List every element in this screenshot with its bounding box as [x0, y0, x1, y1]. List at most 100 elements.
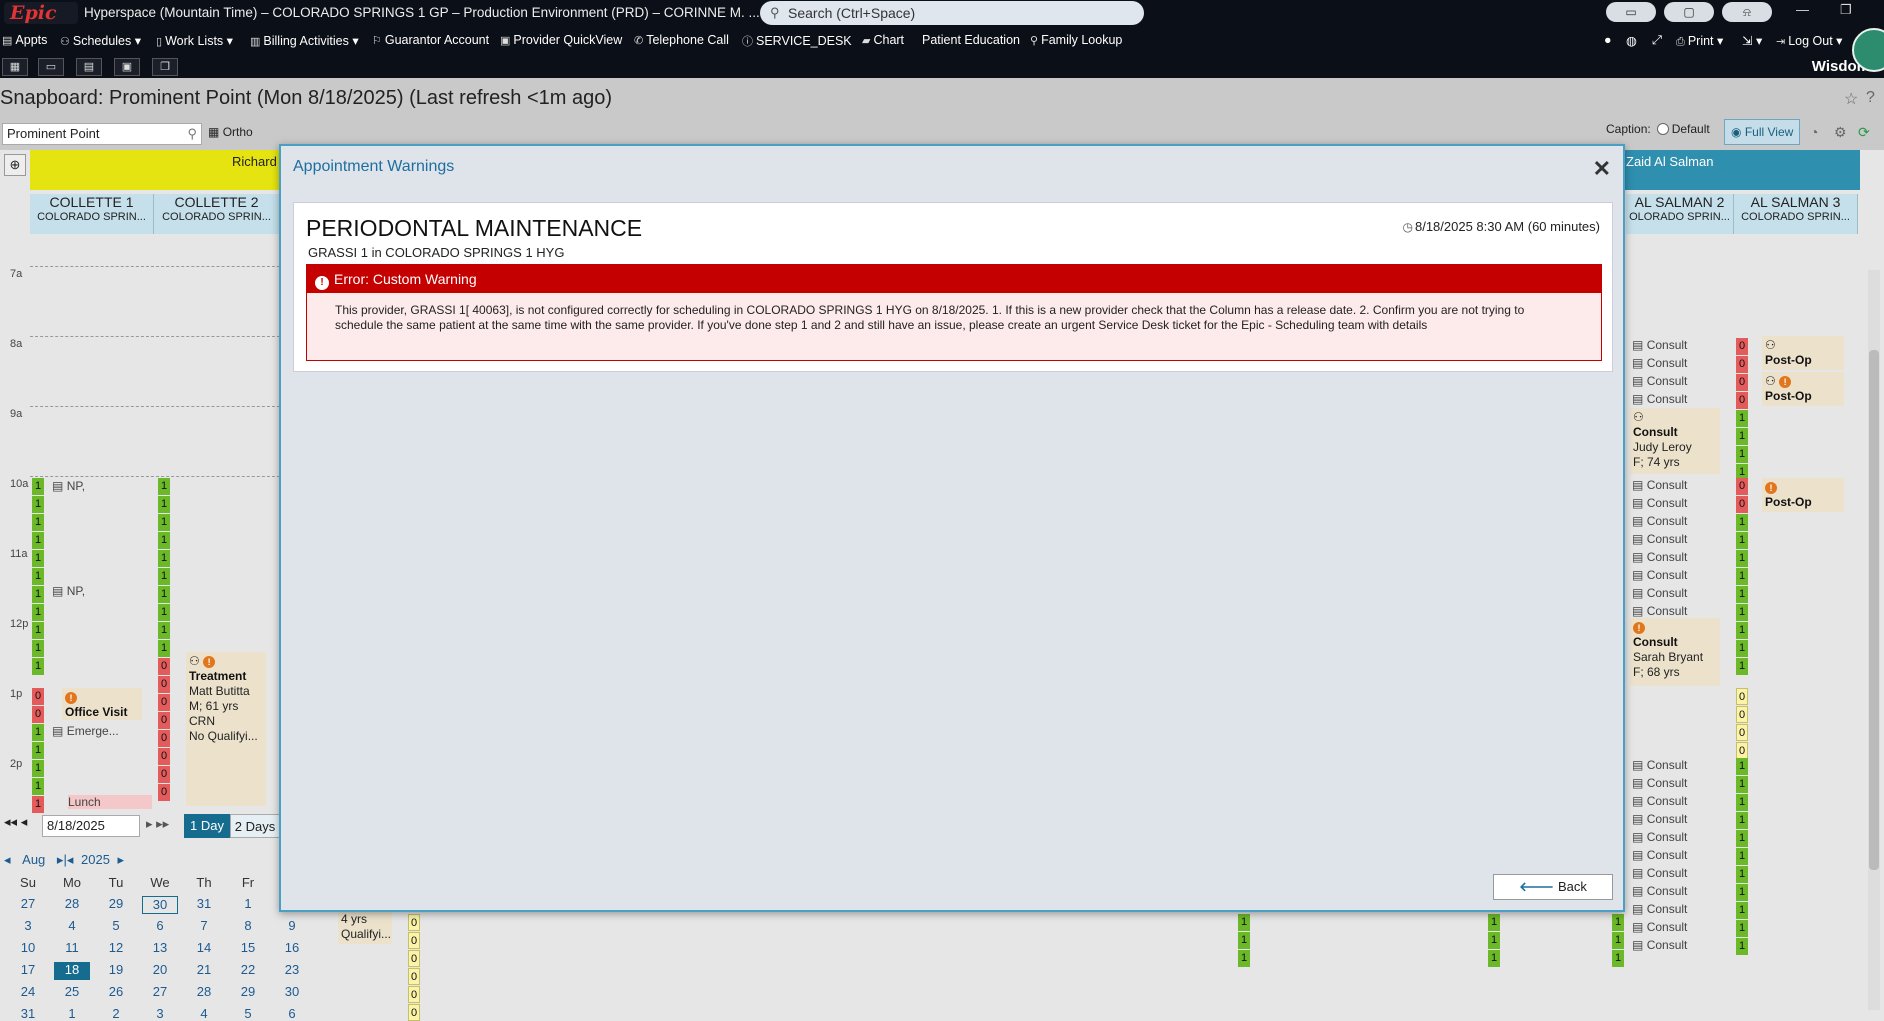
- date-nav-prev[interactable]: ◂◂ ◂: [4, 814, 27, 830]
- calendar-day[interactable]: 18: [54, 962, 90, 980]
- slot-indicator[interactable]: 0: [1736, 724, 1748, 741]
- chat-icon[interactable]: ▢: [1664, 2, 1714, 22]
- slot-indicator[interactable]: 1: [32, 478, 44, 495]
- slot-indicator[interactable]: 1: [1238, 932, 1250, 949]
- slot-indicator[interactable]: 1: [158, 640, 170, 657]
- logout-button[interactable]: ⇥ Log Out ▾: [1776, 33, 1842, 48]
- calendar-day[interactable]: 17: [10, 962, 46, 980]
- settings-icon[interactable]: ⚙: [1834, 124, 1847, 141]
- epic-logo[interactable]: Epic: [4, 2, 78, 24]
- date-nav-next[interactable]: ▸ ▸▸: [146, 816, 169, 832]
- prev-year-icon[interactable]: ◂: [67, 852, 74, 867]
- calendar-day[interactable]: 23: [274, 962, 310, 980]
- slot-indicator[interactable]: 1: [1736, 640, 1748, 657]
- slot-indicator[interactable]: 1: [1736, 568, 1748, 585]
- slot-indicator[interactable]: 1: [1736, 884, 1748, 901]
- consult-slot[interactable]: ▤ Consult: [1632, 812, 1687, 826]
- slot-indicator[interactable]: 1: [1736, 758, 1748, 775]
- column-header[interactable]: AL SALMAN 2 OLORADO SPRIN...: [1626, 194, 1734, 234]
- menu-service-desk[interactable]: ⓘ SERVICE_DESK: [742, 33, 852, 49]
- calendar-day[interactable]: 6: [142, 918, 178, 936]
- calendar-day[interactable]: 27: [142, 984, 178, 1002]
- slot-indicator[interactable]: 0: [158, 712, 170, 729]
- caption-default-radio[interactable]: [1656, 123, 1669, 135]
- calendar-day[interactable]: 5: [230, 1006, 266, 1021]
- consult-slot[interactable]: ▤ Consult: [1632, 848, 1687, 862]
- menu-telephone[interactable]: ✆ Telephone Call: [634, 33, 729, 47]
- star-icon[interactable]: ☆: [1844, 89, 1858, 109]
- slot-indicator[interactable]: 1: [1612, 932, 1624, 949]
- slot-indicator[interactable]: 1: [32, 532, 44, 549]
- slot-indicator[interactable]: 0: [1736, 706, 1748, 723]
- status-dot-icon[interactable]: ●: [1604, 33, 1612, 47]
- vertical-scrollbar[interactable]: [1868, 270, 1880, 1010]
- consult-slot[interactable]: ▤ Consult: [1632, 604, 1687, 618]
- consult-slot[interactable]: ▤ Consult: [1632, 794, 1687, 808]
- slot-indicator[interactable]: 1: [1736, 514, 1748, 531]
- calendar-day[interactable]: 13: [142, 940, 178, 958]
- slot-indicator[interactable]: 1: [1736, 776, 1748, 793]
- schedule-icon[interactable]: ▣: [114, 58, 140, 76]
- slot-indicator[interactable]: 1: [158, 622, 170, 639]
- slot-indicator[interactable]: 1: [1736, 446, 1748, 463]
- slot-indicator[interactable]: 1: [32, 778, 44, 795]
- calendar-day[interactable]: 9: [274, 918, 310, 936]
- zoom-icon[interactable]: ⊕: [4, 154, 26, 176]
- slot-indicator[interactable]: 1: [158, 532, 170, 549]
- consult-card[interactable]: ⚇ Consult Judy Leroy F; 74 yrs: [1630, 408, 1720, 474]
- slot-indicator[interactable]: 0: [1736, 374, 1748, 391]
- consult-slot[interactable]: ▤ Consult: [1632, 920, 1687, 934]
- calendar-icon[interactable]: ▤: [76, 58, 102, 76]
- slot-indicator[interactable]: 1: [1736, 550, 1748, 567]
- slot-indicator[interactable]: 1: [1238, 914, 1250, 931]
- slot-indicator[interactable]: 1: [32, 724, 44, 741]
- consult-slot[interactable]: ▤ Consult: [1632, 550, 1687, 564]
- calendar-day[interactable]: 15: [230, 940, 266, 958]
- calendar-day[interactable]: 10: [10, 940, 46, 958]
- calendar-day[interactable]: 12: [98, 940, 134, 958]
- print-button[interactable]: ⎙ Print ▾: [1676, 33, 1723, 49]
- menu-appts[interactable]: ▤ Appts: [2, 33, 47, 47]
- grid-icon[interactable]: ▦: [2, 58, 28, 76]
- slot-indicator[interactable]: 0: [32, 688, 44, 705]
- slot-indicator[interactable]: 0: [1736, 356, 1748, 373]
- restore-icon[interactable]: ❐: [1840, 2, 1852, 18]
- calendar-day[interactable]: 20: [142, 962, 178, 980]
- slot-indicator[interactable]: 0: [158, 730, 170, 747]
- globe-icon[interactable]: ◍: [1626, 33, 1637, 48]
- calendar-day[interactable]: 1: [230, 896, 266, 914]
- slot-indicator[interactable]: 1: [1736, 410, 1748, 427]
- calendar-day[interactable]: 1: [54, 1006, 90, 1021]
- full-view-button[interactable]: ◉ Full View: [1724, 119, 1800, 145]
- consult-slot[interactable]: ▤ Consult: [1632, 938, 1687, 952]
- slot-indicator[interactable]: 1: [1736, 586, 1748, 603]
- calendar-year[interactable]: 2025: [81, 852, 110, 867]
- calendar-day[interactable]: 19: [98, 962, 134, 980]
- slot-indicator[interactable]: 1: [1736, 658, 1748, 675]
- inbox-icon[interactable]: ▭: [1606, 2, 1656, 22]
- slot-indicator[interactable]: 1: [158, 496, 170, 513]
- slot-indicator[interactable]: 1: [32, 586, 44, 603]
- slot-indicator[interactable]: 0: [1736, 688, 1748, 705]
- slot-indicator[interactable]: 0: [1736, 496, 1748, 513]
- next-year-icon[interactable]: ▸: [118, 852, 125, 867]
- calendar-day[interactable]: 3: [10, 918, 46, 936]
- slot-indicator[interactable]: 1: [1736, 920, 1748, 937]
- slot-indicator[interactable]: 1: [1736, 902, 1748, 919]
- calendar-day[interactable]: 14: [186, 940, 222, 958]
- slot-indicator[interactable]: 1: [1736, 428, 1748, 445]
- consult-slot[interactable]: ▤ Consult: [1632, 586, 1687, 600]
- slot-indicator[interactable]: 1: [158, 604, 170, 621]
- expand-icon[interactable]: ⤢: [1652, 33, 1662, 48]
- calendar-day[interactable]: 25: [54, 984, 90, 1002]
- slot-indicator[interactable]: 0: [408, 914, 420, 931]
- slot-indicator[interactable]: 1: [1488, 914, 1500, 931]
- calendar-day[interactable]: 3: [142, 1006, 178, 1021]
- slot-indicator[interactable]: 1: [158, 550, 170, 567]
- calendar-day[interactable]: 31: [186, 896, 222, 914]
- slot-indicator[interactable]: 0: [1736, 478, 1748, 495]
- slot-indicator[interactable]: 0: [408, 950, 420, 967]
- prev-month-icon[interactable]: ◂: [4, 852, 11, 867]
- slot-indicator[interactable]: 1: [1238, 950, 1250, 967]
- consult-slot[interactable]: ▤ Consult: [1632, 758, 1687, 772]
